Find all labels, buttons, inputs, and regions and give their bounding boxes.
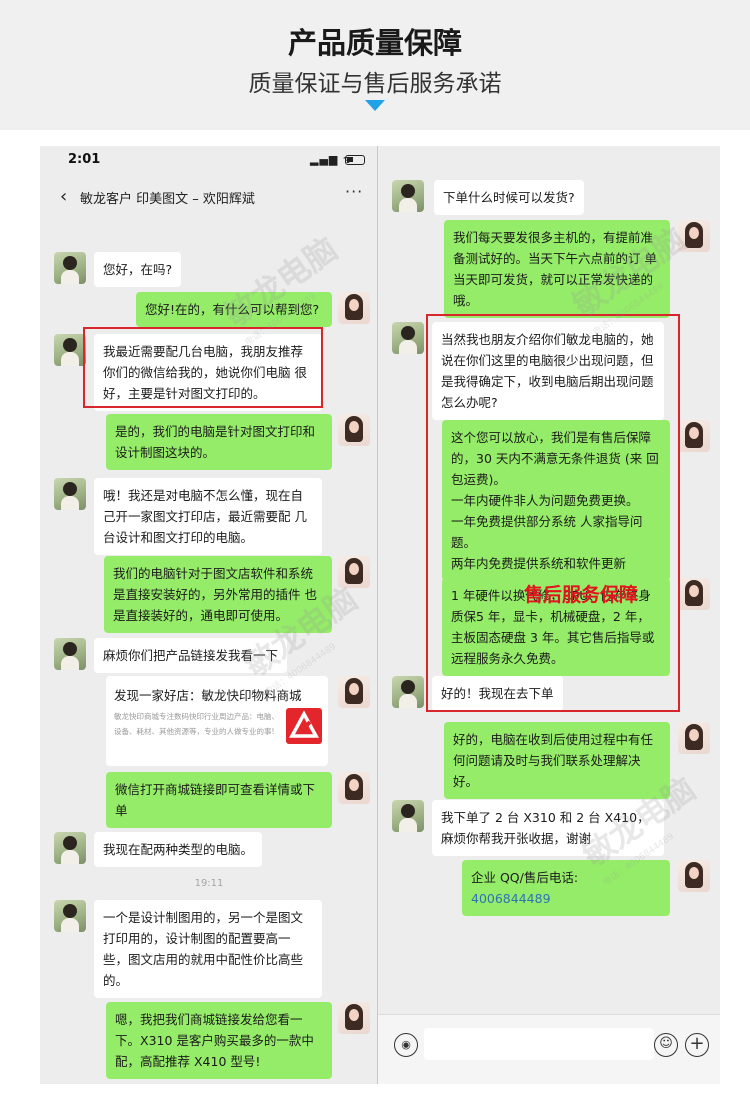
chat-message-incoming: 我现在配两种类型的电脑。: [94, 832, 263, 867]
chat-message-outgoing: 企业 QQ/售后电话: 4006844489: [462, 860, 670, 916]
agent-avatar[interactable]: [338, 414, 370, 446]
agent-avatar[interactable]: [678, 860, 710, 892]
chat-message-outgoing: 嗯，我把我们商城链接发给您看一下。X310 是客户购买最多的一款中配，高配推荐 …: [106, 1002, 332, 1079]
chat-message-incoming: 我下单了 2 台 X310 和 2 台 X410，麻烦你帮我开张收据，谢谢: [432, 800, 664, 856]
agent-avatar[interactable]: [338, 292, 370, 324]
status-time: 2:01: [68, 152, 101, 167]
chat-message-outgoing: 好的，电脑在收到后使用过程中有任何问题请及时与我们联系处理解决好。: [444, 722, 670, 799]
back-icon[interactable]: ‹: [60, 186, 67, 207]
link-card-title: 发现一家好店：敏龙快印物料商城: [114, 688, 302, 703]
chat-input-bar: ◉ ☺ +: [378, 1014, 720, 1084]
highlight-box: [426, 314, 680, 712]
plus-icon[interactable]: +: [685, 1033, 709, 1057]
right-chat-screenshot: 下单什么时候可以发货? 我们每天要发很多主机的，有提前准备测试好的。当天下午六点…: [378, 146, 720, 1084]
highlight-box: [83, 327, 323, 408]
customer-avatar[interactable]: [54, 638, 86, 670]
agent-avatar[interactable]: [338, 1002, 370, 1034]
header-banner: 产品质量保障 质量保证与售后服务承诺: [0, 0, 750, 130]
customer-avatar[interactable]: [392, 322, 424, 354]
more-icon[interactable]: ···: [345, 182, 363, 201]
chat-message-outgoing: 是的，我们的电脑是针对图文打印和设计制图这块的。: [106, 414, 332, 470]
customer-avatar[interactable]: [54, 252, 86, 284]
agent-avatar[interactable]: [678, 722, 710, 754]
message-input[interactable]: [424, 1028, 654, 1060]
chat-message-outgoing: 我们的电脑针对于图文店软件和系统是直接安装好的，另外常用的插件 也是直接装好的，…: [104, 556, 332, 633]
page-subtitle: 质量保证与售后服务承诺: [248, 71, 502, 97]
voice-icon[interactable]: ◉: [394, 1033, 418, 1057]
agent-avatar[interactable]: [678, 578, 710, 610]
agent-avatar[interactable]: [678, 220, 710, 252]
customer-avatar[interactable]: [392, 180, 424, 212]
chat-message-outgoing: 微信打开商城链接即可查看详情或下单: [106, 772, 332, 828]
shop-logo-icon: [286, 708, 322, 744]
agent-avatar[interactable]: [338, 556, 370, 588]
chat-timestamp: 19:11: [194, 878, 224, 889]
battery-icon: [345, 155, 365, 165]
customer-avatar[interactable]: [54, 900, 86, 932]
chat-message-incoming: 麻烦你们把产品链接发我看一下: [94, 638, 288, 673]
down-arrow-icon: [365, 100, 385, 111]
left-chat-screenshot: 2:01 ▂▄▆ ᯤ ‹ 敏龙客户 印美图文 – 欢阳辉斌 ··· 您好，在吗?…: [40, 146, 378, 1084]
chat-message-incoming: 下单什么时候可以发货?: [434, 180, 584, 215]
phone-number-link[interactable]: 4006844489: [471, 891, 551, 906]
customer-avatar[interactable]: [54, 334, 86, 366]
chat-header: ‹ 敏龙客户 印美图文 – 欢阳辉斌 ···: [40, 180, 378, 216]
chat-message-incoming: 您好，在吗?: [94, 252, 182, 287]
chat-title: 敏龙客户 印美图文 – 欢阳辉斌: [80, 192, 255, 207]
contact-label: 企业 QQ/售后电话:: [471, 870, 579, 885]
shop-link-card[interactable]: 发现一家好店：敏龙快印物料商城 敏龙快印商城专注数码快印行业周边产品：电脑、设备…: [106, 676, 328, 766]
status-bar: 2:01 ▂▄▆ ᯤ: [40, 146, 378, 176]
customer-avatar[interactable]: [54, 478, 86, 510]
agent-avatar[interactable]: [338, 676, 370, 708]
link-card-desc: 敏龙快印商城专注数码快印行业周边产品：电脑、设备、耗材、其他资源等，专业的人做专…: [114, 712, 279, 736]
chat-message-outgoing: 我们每天要发很多主机的，有提前准备测试好的。当天下午六点前的订 单当天即可发货，…: [444, 220, 670, 318]
agent-avatar[interactable]: [338, 772, 370, 804]
customer-avatar[interactable]: [392, 800, 424, 832]
customer-avatar[interactable]: [54, 832, 86, 864]
chat-message-incoming: 一个是设计制图用的，另一个是图文打印用的，设计制图的配置要高一些，图文店用的就用…: [94, 900, 322, 998]
emoji-icon[interactable]: ☺: [654, 1033, 678, 1057]
customer-avatar[interactable]: [392, 676, 424, 708]
chat-message-incoming: 哦！我还是对电脑不怎么懂，现在自己开一家图文打印店，最近需要配 几台设计和图文打…: [94, 478, 322, 555]
agent-avatar[interactable]: [678, 420, 710, 452]
page-title: 产品质量保障: [287, 26, 462, 60]
chat-message-outgoing: 您好!在的，有什么可以帮到您?: [136, 292, 332, 327]
